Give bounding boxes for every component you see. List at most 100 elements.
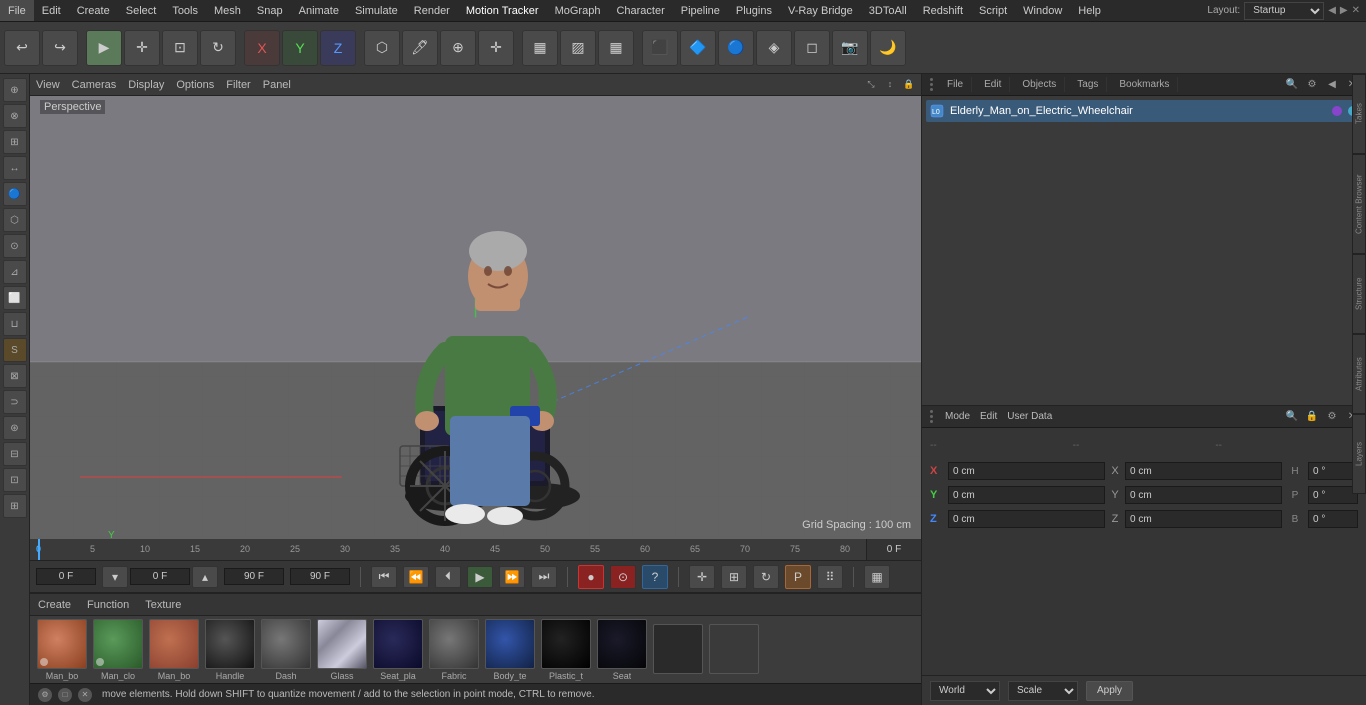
render-button[interactable]: ▦ [598, 30, 634, 66]
vp-icon-expand[interactable]: ⤡ [863, 76, 879, 92]
menu-window[interactable]: Window [1015, 0, 1070, 21]
menu-character[interactable]: Character [608, 0, 672, 21]
start-frame-input[interactable] [36, 568, 96, 585]
menu-animate[interactable]: Animate [291, 0, 347, 21]
rp-search-icon[interactable]: 🔍 [1284, 77, 1300, 93]
status-icon-3[interactable]: ✕ [78, 688, 92, 702]
attr-user-data[interactable]: User Data [1007, 411, 1052, 422]
menu-simulate[interactable]: Simulate [347, 0, 406, 21]
layout-collapse[interactable]: ✕ [1352, 5, 1360, 16]
ls-btn-13[interactable]: ⊃ [3, 390, 27, 414]
rp-filter-icon[interactable]: ⚙ [1304, 77, 1320, 93]
status-icon-1[interactable]: ⚙ [38, 688, 52, 702]
ls-btn-15[interactable]: ⊟ [3, 442, 27, 466]
attr-search[interactable]: 🔍 [1284, 409, 1300, 425]
ls-btn-8[interactable]: ⊿ [3, 260, 27, 284]
goto-end-button[interactable]: ⏭ [531, 566, 557, 588]
ls-btn-5[interactable]: 🔵 [3, 182, 27, 206]
anim-schematic[interactable]: ▦ [864, 565, 890, 589]
record-button[interactable]: ● [578, 565, 604, 589]
coord-p-val[interactable] [1308, 486, 1358, 504]
vp-menu-panel[interactable]: Panel [263, 79, 291, 91]
deformer-button[interactable]: ◈ [756, 30, 792, 66]
sky-button[interactable]: 🌙 [870, 30, 906, 66]
move-button[interactable]: ✛ [124, 30, 160, 66]
menu-mograph[interactable]: MoGraph [547, 0, 609, 21]
ls-btn-14[interactable]: ⊛ [3, 416, 27, 440]
object-mode-button[interactable]: ⬡ [364, 30, 400, 66]
menu-script[interactable]: Script [971, 0, 1015, 21]
axis-z-button[interactable]: Z [320, 30, 356, 66]
auto-key-button[interactable]: ⊙ [610, 565, 636, 589]
play-reverse-button[interactable]: ⏴ [435, 566, 461, 588]
cube-button[interactable]: ⬛ [642, 30, 678, 66]
mat-dash[interactable]: Dash [260, 619, 312, 681]
coord-y-size[interactable] [1125, 486, 1282, 504]
mat-handle[interactable]: Handle [204, 619, 256, 681]
vp-menu-options[interactable]: Options [176, 79, 214, 91]
mat-seat[interactable]: Seat [596, 619, 648, 681]
rp-bookmarks[interactable]: Bookmarks [1111, 77, 1178, 92]
ls-btn-3[interactable]: ⊞ [3, 130, 27, 154]
menu-snap[interactable]: Snap [249, 0, 291, 21]
goto-start-button[interactable]: ⏮ [371, 566, 397, 588]
select-mode-button[interactable]: ▶ [86, 30, 122, 66]
menu-create[interactable]: Create [69, 0, 118, 21]
menu-help[interactable]: Help [1070, 0, 1109, 21]
help-button[interactable]: ? [642, 565, 668, 589]
menu-vray-bridge[interactable]: V-Ray Bridge [780, 0, 861, 21]
coord-b-val[interactable] [1308, 510, 1358, 528]
redo-button[interactable]: ↪ [42, 30, 78, 66]
anim-scale[interactable]: ⊞ [721, 565, 747, 589]
side-tab-layers[interactable]: Layers [1352, 414, 1366, 494]
scale-select[interactable]: Scale Size [1008, 681, 1078, 701]
joint-mode-button[interactable]: ✛ [478, 30, 514, 66]
axis-y-button[interactable]: Y [282, 30, 318, 66]
world-select[interactable]: World Object Parent [930, 681, 1000, 701]
ls-btn-12[interactable]: ⊠ [3, 364, 27, 388]
anim-param[interactable]: P [785, 565, 811, 589]
anim-grid[interactable]: ⠿ [817, 565, 843, 589]
picture-viewer-button[interactable]: ▨ [560, 30, 596, 66]
ls-btn-6[interactable]: ⬡ [3, 208, 27, 232]
menu-mesh[interactable]: Mesh [206, 0, 249, 21]
rp-objects[interactable]: Objects [1014, 77, 1065, 92]
menu-plugins[interactable]: Plugins [728, 0, 780, 21]
status-icon-2[interactable]: □ [58, 688, 72, 702]
mat-extra-1[interactable] [652, 624, 704, 676]
mat-body-te[interactable]: Body_te [484, 619, 536, 681]
side-tab-takes[interactable]: Takes [1352, 74, 1366, 154]
next-frame-button[interactable]: ⏩ [499, 566, 525, 588]
menu-motion-tracker[interactable]: Motion Tracker [458, 0, 547, 21]
coord-z-size[interactable] [1125, 510, 1282, 528]
nurbs-button[interactable]: 🔷 [680, 30, 716, 66]
menu-redshift[interactable]: Redshift [915, 0, 971, 21]
mat-man-clo[interactable]: Man_clo [92, 619, 144, 681]
menu-tools[interactable]: Tools [164, 0, 206, 21]
mat-create[interactable]: Create [38, 599, 71, 611]
menu-select[interactable]: Select [118, 0, 165, 21]
layout-arrow-right[interactable]: ▶ [1340, 5, 1348, 16]
rp-file[interactable]: File [939, 77, 972, 92]
mat-man-bo-1[interactable]: Man_bo [36, 619, 88, 681]
side-tab-structure[interactable]: Structure [1352, 254, 1366, 334]
anim-rotate[interactable]: ↻ [753, 565, 779, 589]
viewport[interactable]: View Cameras Display Options Filter Pane… [30, 74, 921, 539]
rp-edit[interactable]: Edit [976, 77, 1010, 92]
menu-edit[interactable]: Edit [34, 0, 69, 21]
vp-menu-view[interactable]: View [36, 79, 60, 91]
vp-icon-lock[interactable]: 🔒 [901, 76, 917, 92]
coord-x-size[interactable] [1125, 462, 1282, 480]
attr-edit[interactable]: Edit [980, 411, 997, 422]
frame-indicator[interactable]: 0 F [866, 539, 921, 560]
preview-end-input[interactable] [224, 568, 284, 585]
mat-seat-pla[interactable]: Seat_pla [372, 619, 424, 681]
vp-menu-filter[interactable]: Filter [226, 79, 250, 91]
menu-3dtoall[interactable]: 3DToAll [861, 0, 915, 21]
ls-btn-16[interactable]: ⊡ [3, 468, 27, 492]
ls-btn-9[interactable]: ⬜ [3, 286, 27, 310]
side-tab-content-browser[interactable]: Content Browser [1352, 154, 1366, 254]
vp-menu-display[interactable]: Display [128, 79, 164, 91]
ls-btn-4[interactable]: ↔ [3, 156, 27, 180]
camera-button[interactable]: 📷 [832, 30, 868, 66]
